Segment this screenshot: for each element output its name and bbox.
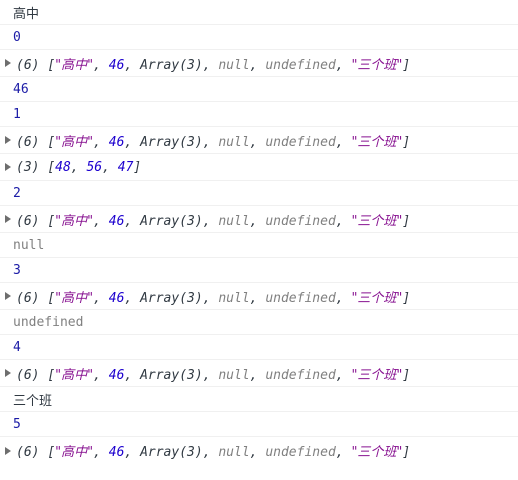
console-log-row: 1 bbox=[0, 102, 518, 127]
console-output: 高中 0 (6) ["高中", 46, Array(3), null, unde… bbox=[0, 0, 518, 480]
inner-array-preview: (3) [48, 56, 47] bbox=[16, 159, 142, 175]
log-value: 4 bbox=[13, 339, 21, 355]
console-array-row[interactable]: (6) ["高中", 46, Array(3), null, undefined… bbox=[0, 206, 518, 233]
log-value: 高中 bbox=[13, 6, 40, 22]
log-value: 三个班 bbox=[13, 393, 53, 409]
log-value: 3 bbox=[13, 262, 21, 278]
console-array-row[interactable]: (6) ["高中", 46, Array(3), null, undefined… bbox=[0, 360, 518, 387]
expand-triangle-icon[interactable] bbox=[5, 369, 11, 377]
console-log-row: undefined bbox=[0, 310, 518, 335]
log-value: 2 bbox=[13, 185, 21, 201]
array-preview: (6) ["高中", 46, Array(3), null, undefined… bbox=[16, 213, 411, 229]
console-log-row: null bbox=[0, 233, 518, 258]
console-array-row[interactable]: (6) ["高中", 46, Array(3), null, undefined… bbox=[0, 283, 518, 310]
log-value: undefined bbox=[13, 314, 84, 330]
expand-triangle-icon[interactable] bbox=[5, 59, 11, 67]
console-log-row: 46 bbox=[0, 77, 518, 102]
console-log-row: 4 bbox=[0, 335, 518, 360]
console-log-row: 5 bbox=[0, 412, 518, 437]
console-array-row[interactable]: (6) ["高中", 46, Array(3), null, undefined… bbox=[0, 127, 518, 154]
console-log-row: 2 bbox=[0, 181, 518, 206]
expand-triangle-icon[interactable] bbox=[5, 446, 11, 455]
console-array-row[interactable]: (6) ["高中", 46, Array(3), null, undefined… bbox=[0, 437, 518, 464]
console-log-row: 3 bbox=[0, 258, 518, 283]
log-value: 5 bbox=[13, 416, 21, 432]
console-array-row[interactable]: (6) ["高中", 46, Array(3), null, undefined… bbox=[0, 50, 518, 77]
expand-triangle-icon[interactable] bbox=[5, 136, 11, 144]
expand-triangle-icon[interactable] bbox=[5, 163, 11, 171]
array-preview: (6) ["高中", 46, Array(3), null, undefined… bbox=[16, 290, 411, 306]
log-value: 1 bbox=[13, 106, 21, 122]
log-value: 46 bbox=[13, 81, 29, 97]
console-array-row[interactable]: (3) [48, 56, 47] bbox=[0, 154, 518, 181]
array-preview: (6) ["高中", 46, Array(3), null, undefined… bbox=[16, 367, 411, 383]
array-preview: (6) ["高中", 46, Array(3), null, undefined… bbox=[16, 134, 411, 150]
expand-triangle-icon[interactable] bbox=[5, 215, 11, 223]
expand-triangle-icon[interactable] bbox=[5, 292, 11, 300]
console-log-row: 高中 bbox=[0, 0, 518, 25]
array-preview: (6) ["高中", 46, Array(3), null, undefined… bbox=[16, 57, 411, 73]
log-value: null bbox=[13, 237, 45, 253]
console-log-row: 0 bbox=[0, 25, 518, 50]
console-log-row: 三个班 bbox=[0, 387, 518, 412]
array-preview: (6) ["高中", 46, Array(3), null, undefined… bbox=[16, 445, 411, 460]
log-value: 0 bbox=[13, 29, 21, 45]
